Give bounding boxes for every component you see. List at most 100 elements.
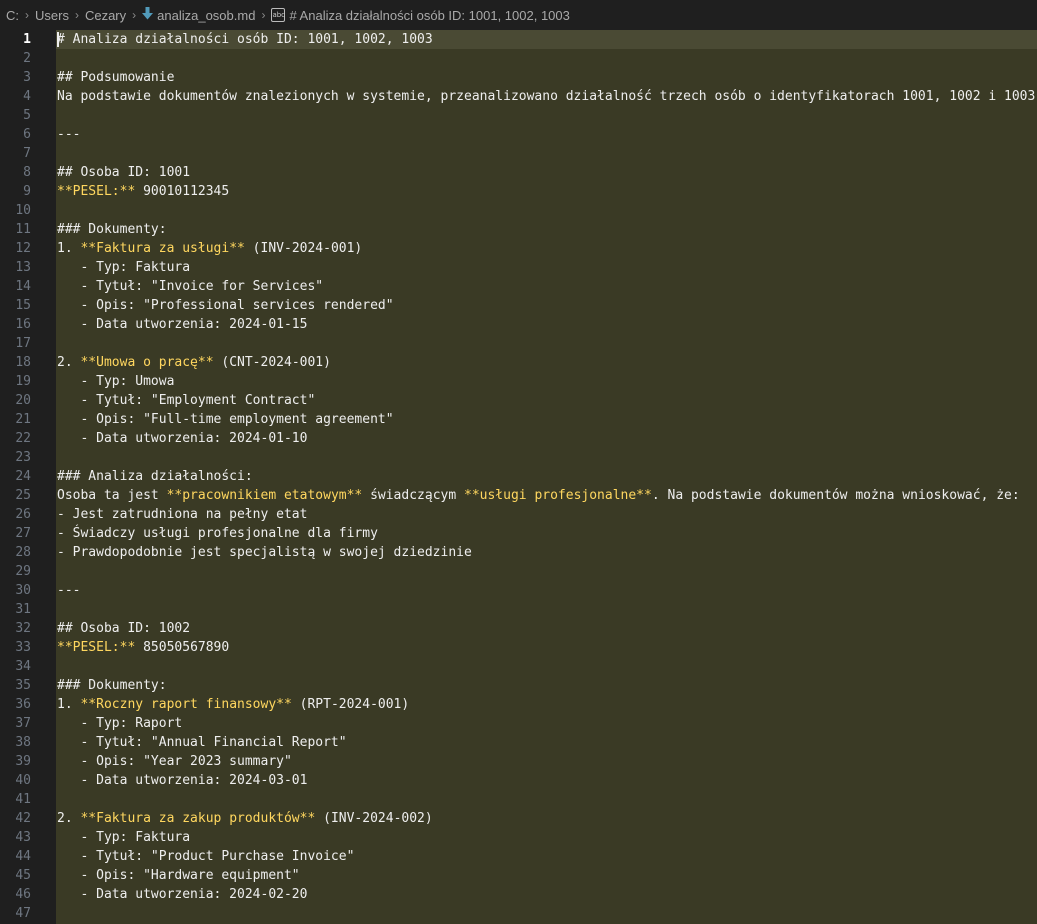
code-line[interactable]: ### Dokumenty: [56, 220, 1037, 239]
line-number: 42 [15, 811, 31, 826]
code-line-text: - Prawdopodobnie jest specjalistą w swoj… [56, 545, 472, 560]
line-number: 28 [15, 545, 31, 560]
code-line[interactable]: --- [56, 581, 1037, 600]
line-number: 20 [15, 393, 31, 408]
code-line-text: - Typ: Umowa [56, 374, 174, 389]
bold-markup-text: **PESEL:** [57, 640, 136, 655]
line-number: 40 [15, 773, 31, 788]
code-line-text: **PESEL:** 90010112345 [56, 184, 229, 199]
code-line[interactable]: - Prawdopodobnie jest specjalistą w swoj… [56, 543, 1037, 562]
bold-markup-text: **Faktura za zakup produktów** [80, 811, 316, 826]
code-line[interactable]: - Tytuł: "Employment Contract" [56, 391, 1037, 410]
code-line[interactable]: - Data utworzenia: 2024-01-10 [56, 429, 1037, 448]
code-line[interactable]: - Opis: "Full-time employment agreement" [56, 410, 1037, 429]
plain-text: - Świadczy usługi profesjonalne dla firm… [57, 526, 378, 541]
chevron-right-icon: › [25, 8, 29, 22]
code-line[interactable]: ## Podsumowanie [56, 68, 1037, 87]
code-line[interactable]: **PESEL:** 90010112345 [56, 182, 1037, 201]
plain-text: 85050567890 [135, 640, 230, 655]
code-line[interactable] [56, 106, 1037, 125]
code-line[interactable] [56, 790, 1037, 809]
breadcrumb-user[interactable]: Cezary [85, 8, 126, 23]
line-number: 39 [15, 754, 31, 769]
code-line[interactable] [56, 201, 1037, 220]
line-number: 31 [15, 602, 31, 617]
code-line[interactable]: - Typ: Raport [56, 714, 1037, 733]
line-number: 5 [23, 108, 31, 123]
plain-text: (INV-2024-002) [315, 811, 433, 826]
code-line[interactable]: - Typ: Faktura [56, 828, 1037, 847]
code-line[interactable]: - Typ: Faktura [56, 258, 1037, 277]
plain-text: Osoba ta jest [57, 488, 167, 503]
plain-text: - Data utworzenia: 2024-01-10 [57, 431, 308, 446]
code-line-text: - Tytuł: "Product Purchase Invoice" [56, 849, 354, 864]
code-line[interactable] [56, 334, 1037, 353]
code-line[interactable]: 2. **Umowa o pracę** (CNT-2024-001) [56, 353, 1037, 372]
code-line[interactable]: # Analiza działalności osób ID: 1001, 10… [56, 30, 1037, 49]
plain-text: ## Osoba ID: 1001 [57, 165, 191, 180]
line-number: 10 [15, 203, 31, 218]
line-number: 9 [23, 184, 31, 199]
plain-text: - Tytuł: "Product Purchase Invoice" [57, 849, 355, 864]
code-line-text: - Tytuł: "Invoice for Services" [56, 279, 323, 294]
line-number: 21 [15, 412, 31, 427]
editor[interactable]: 1 2 3 4 5 6 7 8 9 10 11 12 13 14 15 16 17 18 19 20 21 22 23 24 2… [0, 30, 1037, 924]
breadcrumb: C: › Users › Cezary › analiza_osob.md › … [0, 0, 1037, 30]
code-line[interactable]: - Opis: "Professional services rendered" [56, 296, 1037, 315]
code-line[interactable]: - Data utworzenia: 2024-03-01 [56, 771, 1037, 790]
code-line[interactable]: ## Osoba ID: 1002 [56, 619, 1037, 638]
code-line[interactable] [56, 904, 1037, 923]
code-line-text: ### Dokumenty: [56, 222, 167, 237]
breadcrumb-file[interactable]: analiza_osob.md [157, 8, 255, 23]
code-line[interactable] [56, 448, 1037, 467]
code-line[interactable] [56, 657, 1037, 676]
plain-text: - Data utworzenia: 2024-03-01 [57, 773, 308, 788]
code-line[interactable] [56, 49, 1037, 68]
code-line[interactable] [56, 600, 1037, 619]
code-line[interactable]: ### Analiza działalności: [56, 467, 1037, 486]
breadcrumb-symbol[interactable]: # Analiza działalności osób ID: 1001, 10… [289, 8, 569, 23]
line-number: 43 [15, 830, 31, 845]
code-line[interactable]: - Data utworzenia: 2024-02-20 [56, 885, 1037, 904]
code-line[interactable]: - Świadczy usługi profesjonalne dla firm… [56, 524, 1037, 543]
plain-text: (INV-2024-001) [244, 241, 363, 256]
code-line[interactable]: - Tytuł: "Invoice for Services" [56, 277, 1037, 296]
code-line[interactable]: ### Dokumenty: [56, 676, 1037, 695]
code-line-text: Osoba ta jest **pracownikiem etatowym** … [56, 488, 1020, 503]
code-line[interactable]: **PESEL:** 85050567890 [56, 638, 1037, 657]
code-line[interactable]: - Typ: Umowa [56, 372, 1037, 391]
code-area[interactable]: # Analiza działalności osób ID: 1001, 10… [56, 30, 1037, 924]
breadcrumb-drive[interactable]: C: [6, 8, 19, 23]
code-line[interactable]: 1. **Faktura za usługi** (INV-2024-001) [56, 239, 1037, 258]
code-line-text: - Typ: Faktura [56, 830, 190, 845]
breadcrumb-users[interactable]: Users [35, 8, 69, 23]
code-line[interactable]: - Tytuł: "Product Purchase Invoice" [56, 847, 1037, 866]
plain-text: 2. [57, 355, 81, 370]
plain-text: - Jest zatrudniona na pełny etat [57, 507, 308, 522]
plain-text: - Tytuł: "Invoice for Services" [57, 279, 324, 294]
code-line[interactable]: - Data utworzenia: 2024-01-15 [56, 315, 1037, 334]
code-line[interactable]: - Opis: "Year 2023 summary" [56, 752, 1037, 771]
code-line[interactable]: --- [56, 125, 1037, 144]
code-line[interactable]: Osoba ta jest **pracownikiem etatowym** … [56, 486, 1037, 505]
code-line[interactable] [56, 144, 1037, 163]
code-line[interactable]: 2. **Faktura za zakup produktów** (INV-2… [56, 809, 1037, 828]
code-line[interactable]: - Jest zatrudniona na pełny etat [56, 505, 1037, 524]
code-line[interactable] [56, 562, 1037, 581]
code-line[interactable]: - Opis: "Hardware equipment" [56, 866, 1037, 885]
code-line-text: - Data utworzenia: 2024-01-10 [56, 431, 307, 446]
plain-text: - Opis: "Professional services rendered" [57, 298, 394, 313]
code-line[interactable]: - Tytuł: "Annual Financial Report" [56, 733, 1037, 752]
line-number: 14 [15, 279, 31, 294]
code-line[interactable]: ## Osoba ID: 1001 [56, 163, 1037, 182]
code-line[interactable]: Na podstawie dokumentów znalezionych w s… [56, 87, 1037, 106]
code-line-text: - Opis: "Professional services rendered" [56, 298, 394, 313]
code-line-text: - Data utworzenia: 2024-02-20 [56, 887, 307, 902]
line-number-gutter[interactable]: 1 2 3 4 5 6 7 8 9 10 11 12 13 14 15 16 17 18 19 20 21 22 23 24 2… [0, 30, 56, 924]
code-line-text: - Jest zatrudniona na pełny etat [56, 507, 307, 522]
code-line[interactable]: 1. **Roczny raport finansowy** (RPT-2024… [56, 695, 1037, 714]
